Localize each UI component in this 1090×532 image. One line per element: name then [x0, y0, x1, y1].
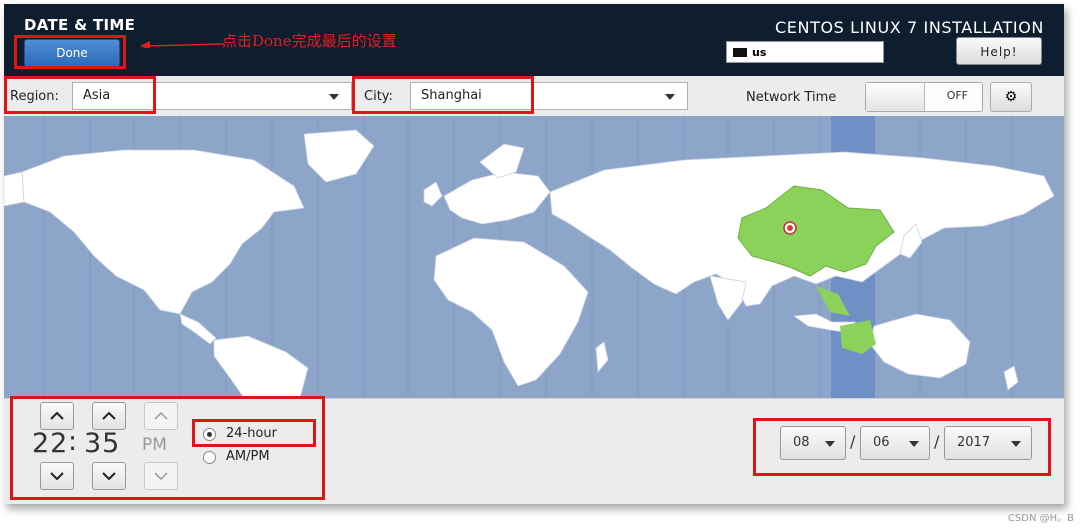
chevron-up-icon [50, 411, 64, 420]
network-time-label: Network Time [746, 90, 837, 105]
city-combo[interactable]: Shanghai [410, 82, 688, 110]
chevron-down-icon [909, 441, 919, 447]
annotation-text: 点击Done完成最后的设置 [222, 32, 397, 50]
ampm-value: PM [142, 435, 167, 455]
chevron-down-icon [50, 472, 64, 481]
chevron-up-icon [102, 411, 116, 420]
city-value: Shanghai [421, 88, 482, 103]
product-title: CENTOS LINUX 7 INSTALLATION [775, 18, 1044, 37]
date-separator: / [850, 432, 856, 451]
gear-icon: ⚙ [1004, 89, 1018, 105]
switch-slider[interactable] [866, 83, 925, 111]
time-separator: : [68, 426, 78, 457]
minute-decrement-button[interactable] [92, 462, 126, 490]
timezone-map[interactable] [4, 116, 1064, 398]
watermark: CSDN @H。B [1007, 513, 1074, 524]
hours-value: 22 [32, 428, 69, 459]
ampm-increment-button [144, 402, 178, 430]
ampm-decrement-button [144, 462, 178, 490]
day-dropdown[interactable]: 06 [860, 426, 930, 460]
annotation-arrow-icon [140, 41, 224, 48]
chevron-down-icon [665, 94, 675, 100]
done-button[interactable]: Done [24, 39, 120, 67]
month-dropdown[interactable]: 08 [780, 426, 846, 460]
keyboard-layout-label: us [752, 46, 767, 59]
minute-increment-button[interactable] [92, 402, 126, 430]
chevron-up-icon [154, 411, 168, 420]
format-ampm-label: AM/PM [226, 449, 270, 464]
spoke-title: DATE & TIME [24, 16, 136, 34]
region-combo[interactable]: Asia [72, 82, 352, 110]
hour-decrement-button[interactable] [40, 462, 74, 490]
city-marker-pin [783, 221, 797, 235]
chevron-down-icon [1011, 441, 1021, 447]
format-24h-radio[interactable] [203, 428, 216, 441]
region-value: Asia [83, 88, 111, 103]
chevron-down-icon [825, 441, 835, 447]
date-separator: / [934, 432, 940, 451]
switch-state-label: OFF [946, 89, 968, 102]
chevron-down-icon [154, 472, 168, 481]
world-map-svg [4, 116, 1055, 398]
keyboard-layout-indicator[interactable]: us [726, 41, 884, 63]
year-value: 2017 [957, 435, 991, 450]
help-button[interactable]: Help! [956, 37, 1042, 65]
city-label: City: [364, 89, 393, 104]
format-24h-label: 24-hour [226, 426, 278, 441]
region-label: Region: [10, 89, 59, 104]
format-ampm-radio[interactable] [203, 451, 216, 464]
year-dropdown[interactable]: 2017 [944, 426, 1032, 460]
keyboard-icon [733, 48, 747, 57]
month-value: 08 [793, 435, 810, 450]
chevron-down-icon [102, 472, 116, 481]
network-time-switch[interactable]: OFF [865, 82, 983, 112]
chevron-down-icon [329, 94, 339, 100]
minutes-value: 35 [84, 428, 121, 459]
ntp-settings-button[interactable]: ⚙ [990, 82, 1032, 112]
day-value: 06 [873, 435, 890, 450]
